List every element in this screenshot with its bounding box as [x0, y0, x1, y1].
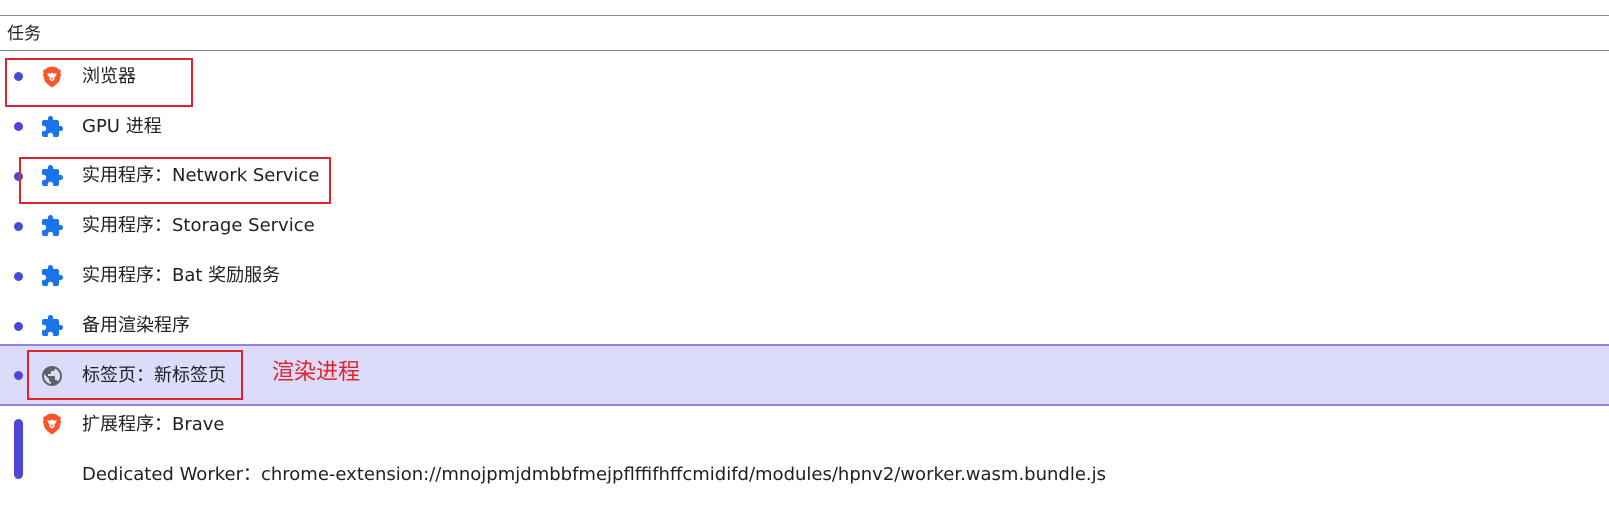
process-row-storage-service[interactable]: 实用程序：Storage Service	[0, 202, 1609, 252]
row-bullet	[14, 122, 23, 131]
process-label: 实用程序：Bat 奖励服务	[82, 265, 281, 286]
annotation-box-browser	[5, 58, 193, 107]
puzzle-piece-icon	[40, 264, 64, 288]
puzzle-piece-icon	[40, 314, 64, 338]
process-row-browser[interactable]: 浏览器	[0, 52, 1609, 102]
task-column-label: 任务	[7, 24, 41, 44]
process-row-dedicated-worker[interactable]: Dedicated Worker：chrome-extension://mnoj…	[0, 456, 1609, 506]
annotation-box-new-tab	[27, 350, 243, 400]
process-row-gpu[interactable]: GPU 进程	[0, 102, 1609, 152]
puzzle-piece-icon	[40, 115, 64, 139]
task-column-header[interactable]: 任务	[0, 16, 1609, 51]
process-label: Dedicated Worker：chrome-extension://mnoj…	[82, 464, 1107, 485]
annotation-box-network-service	[19, 157, 331, 204]
row-bullet	[14, 371, 23, 380]
process-group-indicator	[14, 419, 23, 479]
row-bullet	[14, 222, 23, 231]
annotation-render-process: 渲染进程	[272, 360, 361, 385]
brave-lion-icon	[40, 412, 64, 436]
process-label: 实用程序：Storage Service	[82, 215, 315, 236]
process-row-extension-brave[interactable]: 扩展程序：Brave	[0, 406, 1609, 456]
process-label: 扩展程序：Brave	[82, 414, 225, 435]
row-bullet	[14, 272, 23, 281]
puzzle-piece-icon	[40, 214, 64, 238]
process-label: 备用渲染程序	[82, 315, 190, 336]
process-label: GPU 进程	[82, 116, 162, 137]
row-bullet	[14, 322, 23, 331]
process-row-bat-rewards[interactable]: 实用程序：Bat 奖励服务	[0, 251, 1609, 301]
